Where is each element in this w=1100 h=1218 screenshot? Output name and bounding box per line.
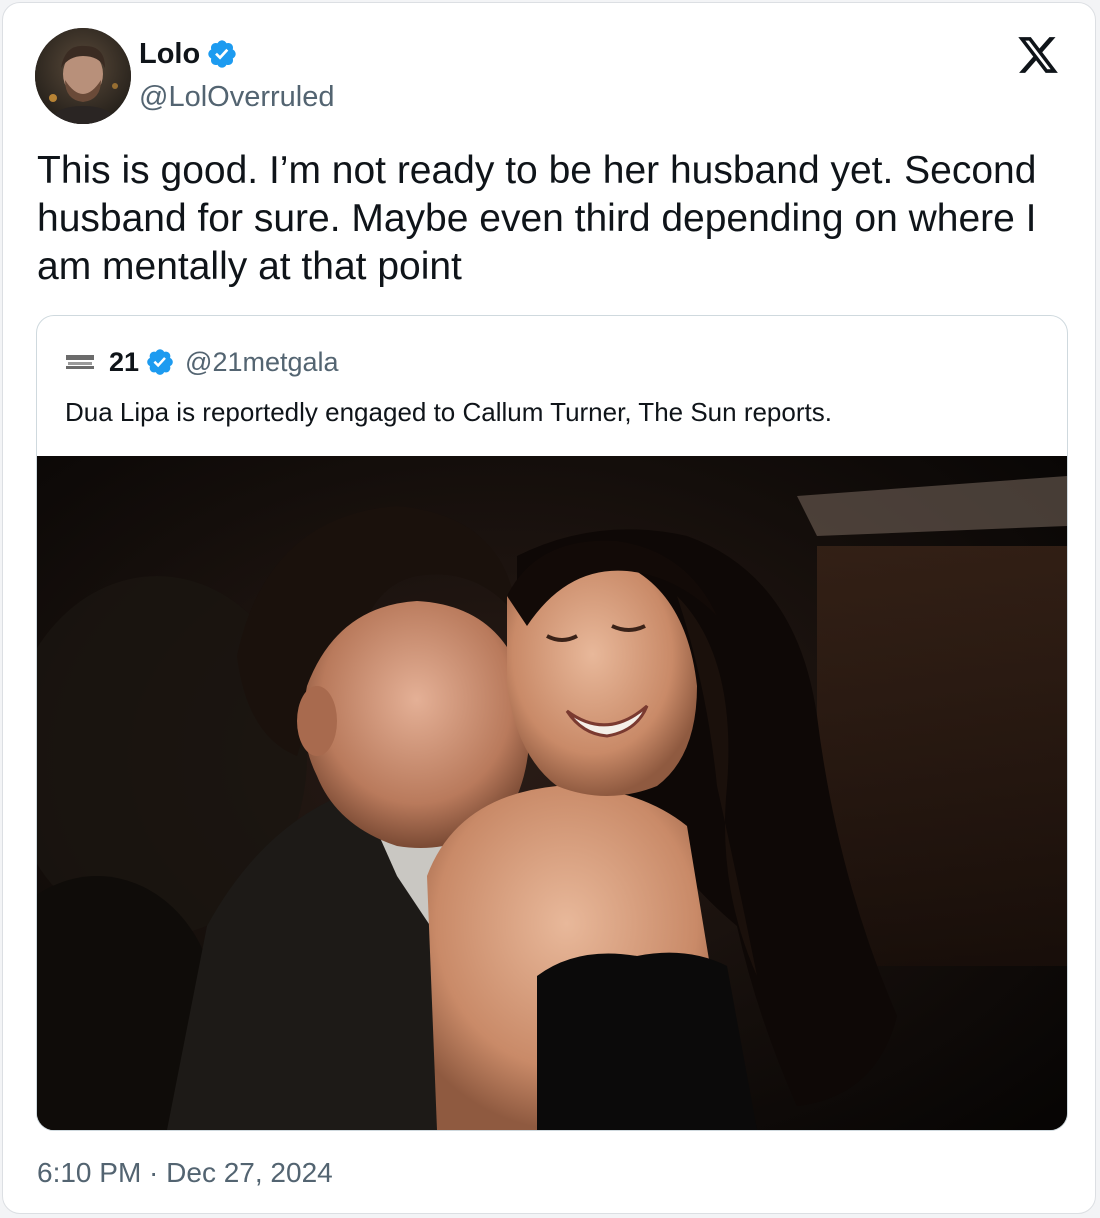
tweet-text: This is good. I’m not ready to be her hu… [37,149,1037,288]
quoted-verified-badge-icon [147,349,173,375]
met-gala-logo-icon [66,355,94,369]
tweet-timestamp[interactable]: 6:10 PM · Dec 27, 2024 [37,1155,333,1191]
quoted-author-handle[interactable]: @21metgala [185,347,339,378]
x-logo-icon[interactable] [1015,33,1061,77]
tweet-card: Lolo @LolOverruled This is good. I’m not… [2,2,1096,1214]
verified-badge-icon [208,40,236,68]
quoted-tweet-text: Dua Lipa is reportedly engaged to Callum… [65,397,832,427]
quoted-tweet-photo[interactable] [37,456,1067,1130]
author-name-row[interactable]: Lolo [139,37,238,71]
quoted-author-name[interactable]: 21 [109,347,139,378]
author-name[interactable]: Lolo [139,37,200,71]
author-handle[interactable]: @LolOverruled [139,79,334,115]
avatar-image [35,28,131,124]
quoted-tweet-header: 21 @21metgala [65,344,339,380]
author-avatar[interactable] [35,28,131,124]
couple-photo-image [37,456,1067,1130]
quoted-tweet[interactable]: 21 @21metgala Dua Lipa is reportedly eng… [36,315,1068,1131]
